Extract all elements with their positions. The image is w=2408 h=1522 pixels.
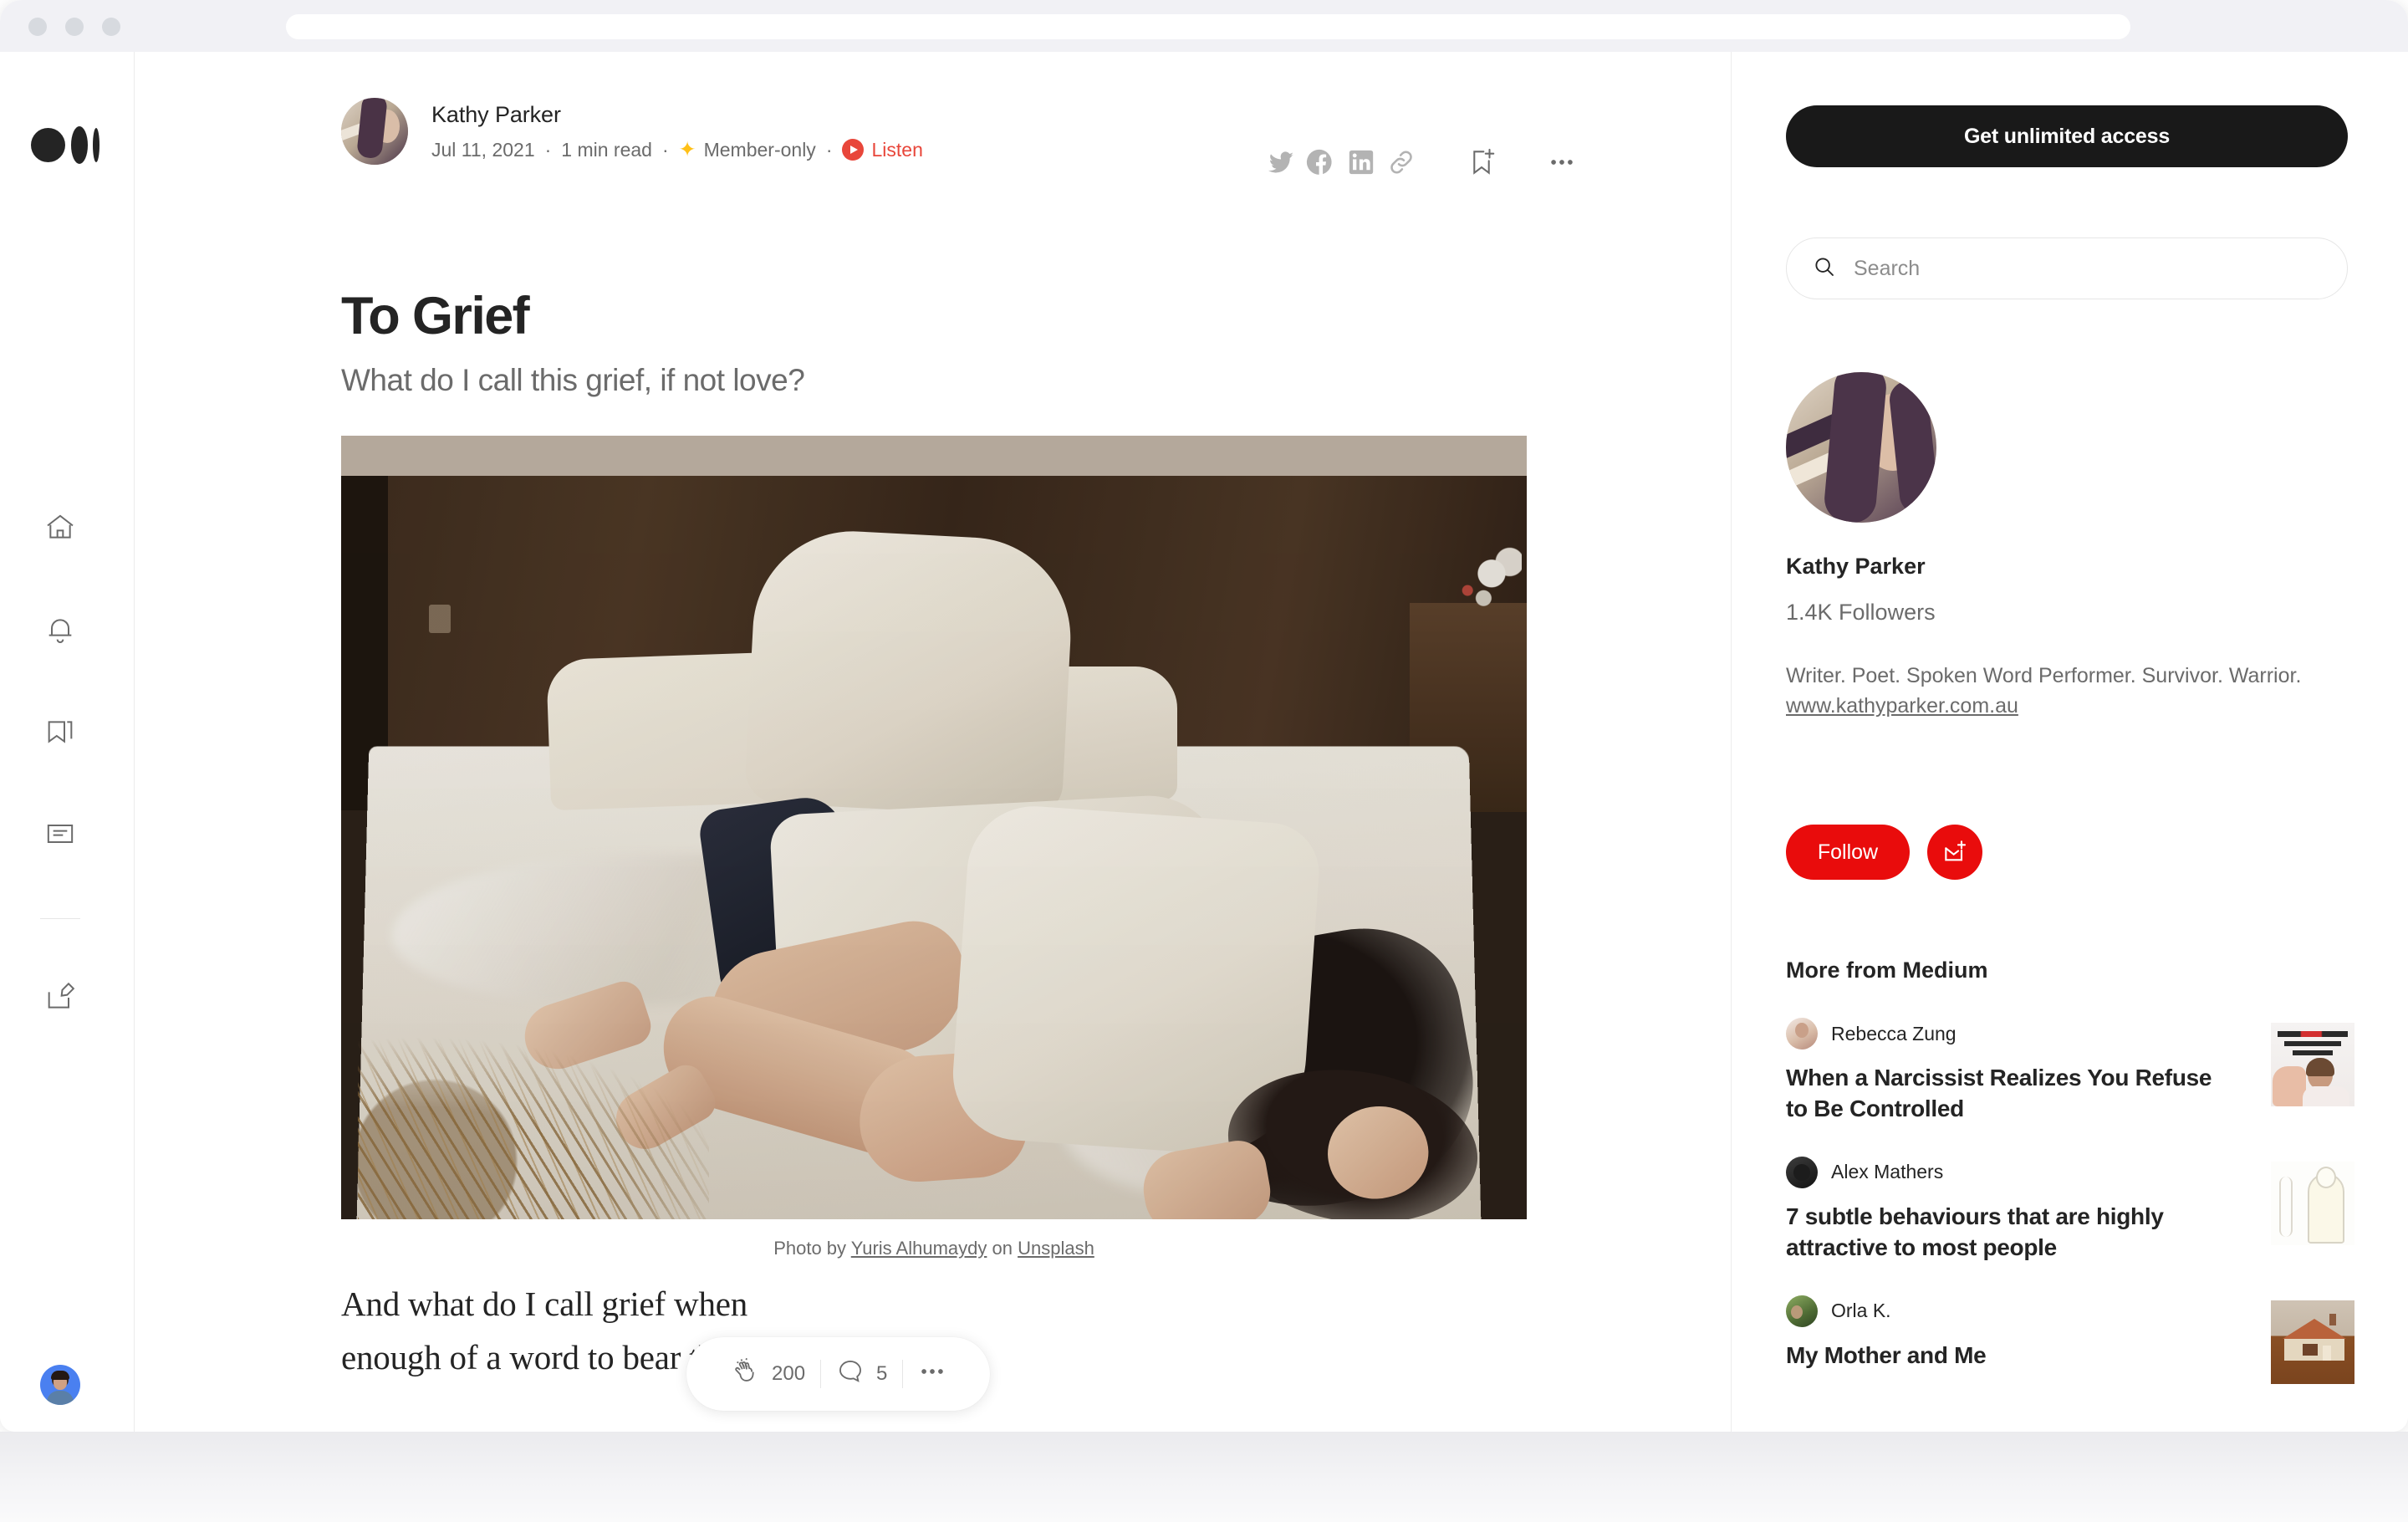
image-caption: Photo by Yuris Alhumaydy on Unsplash [341,1238,1527,1259]
list-item[interactable]: Alex Mathers 7 subtle behaviours that ar… [1786,1156,2354,1264]
card-title: 7 subtle behaviours that are highly attr… [1786,1203,2164,1260]
card-author-name: Rebecca Zung [1831,1022,1956,1044]
caption-prefix: Photo by [773,1238,851,1259]
meta-separator-3: · [825,138,833,161]
article-body-line-1: And what do I call grief when [341,1285,748,1323]
browser-titlebar [0,0,2408,52]
card-author-row: Orla K. [1786,1295,2354,1327]
author-name[interactable]: Kathy Parker [431,102,561,128]
window-minimize-button[interactable] [65,18,84,36]
more-options-icon[interactable] [1542,142,1582,182]
behaviours-article-thumbnail [2271,1161,2354,1245]
card-author-row: Alex Mathers [1786,1156,2354,1188]
play-icon [842,139,865,161]
comment-count: 5 [876,1362,888,1385]
right-sidebar: Get unlimited access Kathy Parker 1.4K F… [1731,52,2408,1432]
author-avatar [1786,1156,1818,1188]
comment-icon [836,1357,865,1392]
card-title: My Mother and Me [1786,1341,1987,1368]
listen-label: Listen [871,138,923,161]
follower-count: 1.4K Followers [1786,600,1936,625]
user-avatar[interactable] [40,1365,80,1405]
bookmark-add-icon[interactable] [1462,142,1502,182]
narcissist-article-thumbnail [2271,1023,2354,1106]
author-bio: Writer. Poet. Spoken Word Performer. Sur… [1786,661,2338,722]
more-options-icon [918,1357,946,1392]
more-from-medium-heading: More from Medium [1786,958,1988,983]
search-box[interactable] [1786,237,2348,299]
bell-icon[interactable] [40,610,80,650]
desktop-background [0,1432,2408,1522]
rail-divider [40,918,80,919]
clap-count: 200 [772,1362,806,1385]
author-bio-text: Writer. Poet. Spoken Word Performer. Sur… [1786,664,2302,687]
house-article-thumbnail [2271,1300,2354,1384]
more-from-medium-list: Rebecca Zung When a Narcissist Realizes … [1786,1018,2354,1403]
mail-add-icon[interactable] [1927,825,1982,880]
twitter-icon[interactable] [1261,142,1301,182]
hero-image [341,436,1527,1219]
window-maximize-button[interactable] [102,18,120,36]
stories-icon[interactable] [40,814,80,854]
list-item[interactable]: Rebecca Zung When a Narcissist Realizes … [1786,1018,2354,1125]
share-row [1261,142,1582,182]
article-meta: Jul 11, 2021 · 1 min read · ✦ Member-onl… [431,137,923,162]
link-icon[interactable] [1381,142,1421,182]
sidebar-author-name[interactable]: Kathy Parker [1786,554,1926,580]
article-column: Kathy Parker Jul 11, 2021 · 1 min read ·… [135,52,1731,1432]
left-nav-rail [0,52,135,1432]
author-avatar[interactable] [341,98,408,165]
browser-url-bar[interactable] [286,14,2130,39]
write-icon[interactable] [40,978,80,1018]
author-avatar [1786,1295,1818,1327]
caption-photographer-link[interactable]: Yuris Alhumaydy [851,1238,987,1259]
card-title: When a Narcissist Realizes You Refuse to… [1786,1065,2212,1121]
author-avatar [1786,1018,1818,1050]
read-time: 1 min read [561,138,652,161]
card-author-row: Rebecca Zung [1786,1018,2354,1050]
comment-button[interactable]: 5 [821,1357,902,1392]
page-title: To Grief [341,287,530,345]
float-bar-more-button[interactable] [903,1357,962,1392]
caption-middle: on [987,1238,1018,1259]
meta-separator-1: · [544,138,552,161]
kathy-parker-avatar[interactable] [1786,372,1936,523]
bookmark-icon[interactable] [40,712,80,752]
meta-separator-2: · [661,138,669,161]
article-subtitle: What do I call this grief, if not love? [341,363,805,397]
publish-date: Jul 11, 2021 [431,138,535,161]
medium-logo[interactable] [31,124,106,166]
linkedin-icon[interactable] [1341,142,1381,182]
listen-button[interactable]: Listen [842,138,923,161]
member-only-label: Member-only [703,138,816,161]
card-author-name: Alex Mathers [1831,1161,1944,1183]
list-item[interactable]: Orla K. My Mother and Me [1786,1295,2354,1384]
card-author-name: Orla K. [1831,1300,1891,1322]
search-input[interactable] [1854,256,2305,281]
caption-source-link[interactable]: Unsplash [1018,1238,1094,1259]
clap-button[interactable]: 200 [715,1356,820,1392]
get-unlimited-access-button[interactable]: Get unlimited access [1786,105,2348,167]
home-icon[interactable] [40,508,80,548]
clap-icon [730,1356,760,1392]
follow-button[interactable]: Follow [1786,825,1910,880]
floating-action-bar: 200 5 [686,1337,991,1411]
star-icon: ✦ [678,138,696,161]
window-close-button[interactable] [28,18,47,36]
author-website-link[interactable]: www.kathyparker.com.au [1786,694,2018,718]
hero-photo-illustration [341,436,1527,1219]
search-icon [1812,254,1837,283]
facebook-icon[interactable] [1301,142,1341,182]
browser-window: Kathy Parker Jul 11, 2021 · 1 min read ·… [0,0,2408,1432]
